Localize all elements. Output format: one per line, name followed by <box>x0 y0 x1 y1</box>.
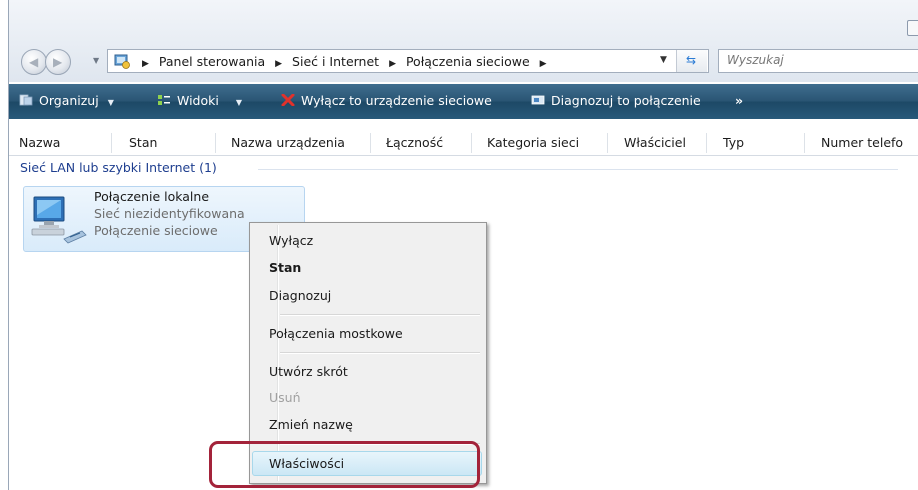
breadcrumb-item-network-internet[interactable]: Sieć i Internet <box>292 54 379 69</box>
command-bar: Organizuj ▼ Widoki ▼ Wyłącz to urządzenie … <box>9 84 918 119</box>
column-divider[interactable] <box>370 133 371 153</box>
network-connection-icon <box>31 196 87 244</box>
organize-label: Organizuj <box>39 93 99 108</box>
diagnose-icon <box>531 95 545 105</box>
control-panel-icon <box>114 54 130 69</box>
chevron-down-icon: ▼ <box>107 98 114 107</box>
views-icon <box>158 95 170 105</box>
forward-arrow-icon: ▶ <box>53 55 63 69</box>
back-arrow-icon: ◀ <box>29 55 39 69</box>
disable-device-button[interactable]: Wyłącz to urządzenie sieciowe <box>281 93 492 111</box>
breadcrumb-separator-icon: ▶ <box>389 59 396 69</box>
group-divider <box>258 169 898 170</box>
refresh-icon: ⇆ <box>686 53 697 67</box>
column-header-device-name[interactable]: Nazwa urządzenia <box>231 135 345 155</box>
window-control-button[interactable] <box>907 20 918 36</box>
item-device-name: Połączenie sieciowe <box>94 223 218 238</box>
breadcrumb-item-control-panel[interactable]: Panel sterowania <box>159 54 265 69</box>
menu-item-status[interactable]: Stan <box>269 260 301 275</box>
column-header-row: Nazwa Stan Nazwa urządzenia Łączność Kat… <box>9 131 918 156</box>
address-bar[interactable]: ▶ Panel sterowania ▶ Sieć i Internet ▶ P… <box>107 49 709 73</box>
organize-icon <box>19 94 33 106</box>
red-x-icon <box>281 94 295 106</box>
item-network-status: Sieć niezidentyfikowana <box>94 206 245 221</box>
breadcrumb-item-network-connections[interactable]: Połączenia sieciowe <box>406 54 530 69</box>
chevron-down-icon: ▼ <box>235 98 243 107</box>
menu-item-diagnose[interactable]: Diagnozuj <box>269 288 331 303</box>
highlight-callout <box>209 441 480 488</box>
item-title: Połączenie lokalne <box>94 189 210 204</box>
forward-button[interactable]: ▶ <box>45 49 71 75</box>
menu-separator <box>280 352 480 354</box>
column-divider[interactable] <box>607 133 608 153</box>
recent-pages-dropdown-icon[interactable]: ▼ <box>93 56 99 65</box>
views-button[interactable]: Widoki ▼ <box>157 93 242 111</box>
column-header-phone-number[interactable]: Numer telefo <box>821 135 903 155</box>
menu-item-create-shortcut[interactable]: Utwórz skrót <box>269 364 348 379</box>
disable-device-label: Wyłącz to urządzenie sieciowe <box>301 93 492 108</box>
column-header-type[interactable]: Typ <box>723 135 744 155</box>
column-header-network-category[interactable]: Kategoria sieci <box>487 135 579 155</box>
column-divider[interactable] <box>706 133 707 153</box>
menu-item-bridge-connections[interactable]: Połączenia mostkowe <box>269 326 403 341</box>
breadcrumb-separator-icon: ▶ <box>142 59 149 69</box>
menu-item-delete[interactable]: Usuń <box>269 390 301 405</box>
menu-item-rename[interactable]: Zmień nazwę <box>269 417 353 432</box>
column-header-owner[interactable]: Właściciel <box>624 135 686 155</box>
group-header[interactable]: Sieć LAN lub szybki Internet (1) <box>20 160 217 175</box>
diagnose-connection-button[interactable]: Diagnozuj to połączenie <box>531 93 701 111</box>
column-divider[interactable] <box>215 133 216 153</box>
diagnose-connection-label: Diagnozuj to połączenie <box>551 93 701 108</box>
column-divider[interactable] <box>111 133 112 153</box>
address-dropdown-icon[interactable]: ▼ <box>660 55 667 65</box>
search-box <box>718 49 918 73</box>
breadcrumb-separator-icon[interactable]: ▶ <box>540 59 547 69</box>
organize-button[interactable]: Organizuj ▼ <box>19 93 114 111</box>
back-button[interactable]: ◀ <box>21 49 47 75</box>
explorer-window: ◀ ▶ ▼ ▶ Panel sterowania ▶ Sieć i Intern… <box>8 0 918 490</box>
menu-item-disable[interactable]: Wyłącz <box>269 233 313 248</box>
search-input[interactable] <box>727 53 917 67</box>
menu-separator <box>280 314 480 316</box>
breadcrumb-separator-icon: ▶ <box>275 59 283 69</box>
address-toolbar: ◀ ▶ ▼ ▶ Panel sterowania ▶ Sieć i Intern… <box>9 0 918 82</box>
column-divider[interactable] <box>804 133 805 153</box>
views-label: Widoki <box>177 93 219 108</box>
column-divider[interactable] <box>471 133 472 153</box>
column-header-connectivity[interactable]: Łączność <box>386 135 443 155</box>
more-commands-button[interactable]: » <box>735 93 743 111</box>
refresh-button[interactable]: ⇆ <box>676 50 707 72</box>
column-header-status[interactable]: Stan <box>129 135 157 155</box>
breadcrumb: ▶ Panel sterowania ▶ Sieć i Internet ▶ P… <box>136 54 553 69</box>
column-header-name[interactable]: Nazwa <box>19 135 60 155</box>
